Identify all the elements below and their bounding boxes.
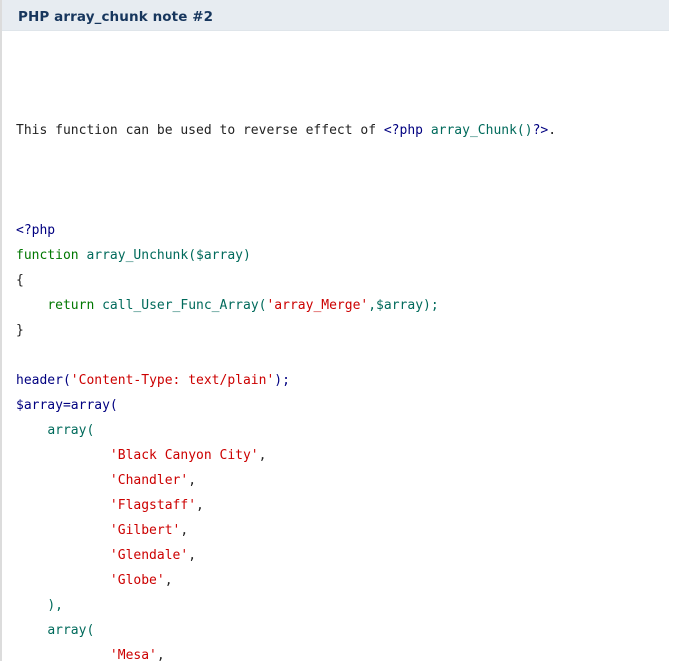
line-str-chandler: 'Chandler',: [16, 468, 675, 493]
line-str-globe: 'Globe',: [16, 568, 675, 593]
line-str-glendale: 'Glendale',: [16, 543, 675, 568]
line-return: return call_User_Func_Array('array_Merge…: [16, 293, 675, 318]
code-token-string: 'Globe': [109, 573, 165, 588]
line-str-black-canyon-city: 'Black Canyon City',: [16, 443, 675, 468]
code-token-builtin_function: $array=array(: [16, 398, 118, 413]
code-token-punct: ,: [188, 548, 197, 563]
code-token-string: 'Flagstaff': [109, 498, 197, 513]
code-token-function_name: array(: [47, 423, 95, 438]
code-token-string: 'Chandler': [109, 473, 189, 488]
line-blank-1: [16, 343, 675, 368]
code-token-string: 'array_Merge': [266, 298, 369, 313]
line-array-open-1: array(: [16, 418, 675, 443]
line-close-brace: }: [16, 318, 675, 343]
code-token-string: 'Gilbert': [109, 523, 181, 538]
line-array-open-2: array(: [16, 618, 675, 643]
line-str-gilbert: 'Gilbert',: [16, 518, 675, 543]
intro-text-after: .: [548, 123, 557, 138]
code-token-string: 'Black Canyon City': [109, 448, 259, 463]
note-header: PHP array_chunk note #2: [2, 0, 669, 31]
code-lines-container: <?php function array_Unchunk($array) { ret…: [16, 218, 675, 661]
code-token-punct: ,: [180, 523, 189, 538]
code-token-function_name: ),: [47, 598, 63, 613]
code-token-punct: ,: [156, 648, 165, 661]
intro-function-call: array_Chunk(): [430, 123, 533, 138]
line-array-assign: $array=array(: [16, 393, 675, 418]
line-open-tag: <?php: [16, 218, 675, 243]
line-header-call: header('Content-Type: text/plain');: [16, 368, 675, 393]
note-page: PHP array_chunk note #2 This function ca…: [0, 0, 675, 661]
code-token-function_name: array_Unchunk($array): [86, 248, 251, 263]
line-str-flagstaff: 'Flagstaff',: [16, 493, 675, 518]
code-listing: This function can be used to reverse eff…: [2, 31, 675, 661]
code-token-string: 'Content-Type: text/plain': [70, 373, 275, 388]
code-token-punct: }: [16, 323, 24, 338]
code-token-function_name: ,$array);: [368, 298, 439, 313]
code-token-punct: {: [16, 273, 24, 288]
code-token-function_name: array(: [47, 623, 95, 638]
code-token-punct: ,: [258, 448, 267, 463]
line-open-brace: {: [16, 268, 675, 293]
line-function-decl: function array_Unchunk($array): [16, 243, 675, 268]
code-token-keyword: return: [47, 298, 95, 313]
code-token-keyword: function: [16, 248, 79, 263]
intro-space: [423, 123, 431, 138]
code-token-builtin_function: );: [274, 373, 290, 388]
code-token-function_name: call_User_Func_Array(: [102, 298, 267, 313]
code-token-builtin_function: header(: [16, 373, 71, 388]
page-title: PHP array_chunk note #2: [18, 9, 214, 25]
intro-close-tag: ?>: [532, 123, 549, 138]
code-token-string: 'Glendale': [109, 548, 189, 563]
intro-text-line: This function can be used to reverse eff…: [16, 118, 675, 143]
line-array-close-1: ),: [16, 593, 675, 618]
code-token-punct: ,: [164, 573, 173, 588]
code-token-punct: ,: [188, 473, 197, 488]
line-str-mesa: 'Mesa',: [16, 643, 675, 661]
code-token-php_tag: <?php: [16, 223, 56, 238]
code-token-string: 'Mesa': [109, 648, 157, 661]
intro-text-before: This function can be used to reverse eff…: [16, 123, 384, 138]
intro-open-tag: <?php: [383, 123, 423, 138]
code-token-punct: ,: [196, 498, 204, 513]
